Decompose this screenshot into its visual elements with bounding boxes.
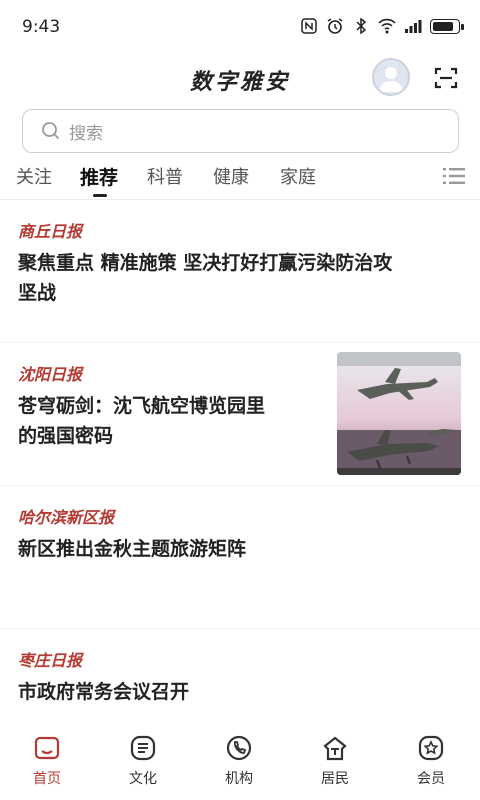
news-item[interactable]: 枣庄日报 市政府常务会议召开 [0, 629, 480, 729]
news-source: 枣庄日报 [18, 651, 83, 670]
wifi-icon [378, 18, 396, 34]
bluetooth-icon [356, 18, 367, 34]
culture-icon [130, 735, 156, 761]
scan-icon[interactable] [434, 66, 458, 90]
nav-home[interactable]: 首页 [17, 734, 77, 788]
search-icon [42, 122, 60, 140]
nav-home-label: 首页 [33, 771, 61, 787]
tab-health[interactable]: 健康 [213, 163, 249, 189]
category-tabs: 关注 推荐 科普 健康 家庭 [0, 155, 480, 199]
app-header: 数字雅安 [0, 50, 480, 106]
nav-institutions-label: 机构 [225, 771, 253, 787]
nav-residents[interactable]: 居民 [305, 734, 365, 788]
alarm-icon [327, 18, 343, 34]
news-title-line: 苍穹砺剑：沈飞航空博览园里 [18, 395, 266, 417]
search-box[interactable]: 搜索 [22, 109, 459, 153]
news-title-line: 新区推出金秋主题旅游矩阵 [18, 538, 247, 560]
tab-follow[interactable]: 关注 [16, 163, 52, 189]
tab-list-menu-icon[interactable] [442, 165, 466, 187]
nav-culture[interactable]: 文化 [113, 734, 173, 788]
battery-icon [430, 18, 464, 34]
news-source: 商丘日报 [18, 222, 83, 241]
news-title-line: 市政府常务会议召开 [18, 681, 190, 703]
status-icons [300, 18, 464, 34]
user-icon [379, 67, 403, 92]
news-title-line: 聚焦重点 精准施策 坚决打好打赢污染防治攻 [18, 252, 393, 274]
news-source: 哈尔滨新区报 [18, 508, 115, 527]
residents-icon [323, 736, 347, 761]
home-icon [34, 736, 60, 760]
tab-family[interactable]: 家庭 [280, 163, 316, 189]
tab-recommend[interactable]: 推荐 [80, 163, 118, 190]
nav-member-label: 会员 [417, 771, 445, 787]
phone-icon [226, 735, 252, 761]
tab-science[interactable]: 科普 [147, 163, 183, 189]
member-icon [418, 735, 444, 761]
news-item[interactable]: 哈尔滨新区报 新区推出金秋主题旅游矩阵 [0, 486, 480, 629]
status-bar: 9:43 [0, 0, 480, 56]
active-tab-indicator [93, 194, 107, 197]
nav-culture-label: 文化 [129, 771, 157, 787]
signal-icon [405, 20, 422, 33]
nav-member[interactable]: 会员 [401, 734, 461, 788]
news-title-line: 的强国密码 [18, 425, 114, 447]
avatar[interactable] [372, 58, 410, 96]
nav-residents-label: 居民 [321, 771, 349, 787]
news-item[interactable]: 商丘日报 聚焦重点 精准施策 坚决打好打赢污染防治攻 坚战 [0, 200, 480, 343]
bottom-navigation: 首页 文化 机构 居民 会员 [0, 728, 480, 800]
search-placeholder: 搜索 [69, 123, 103, 144]
nav-institutions[interactable]: 机构 [209, 734, 269, 788]
news-title-line: 坚战 [18, 282, 57, 304]
status-time: 9:43 [22, 17, 61, 37]
nfc-icon [301, 18, 317, 34]
news-thumbnail[interactable] [337, 352, 461, 475]
news-source: 沈阳日报 [18, 365, 83, 384]
